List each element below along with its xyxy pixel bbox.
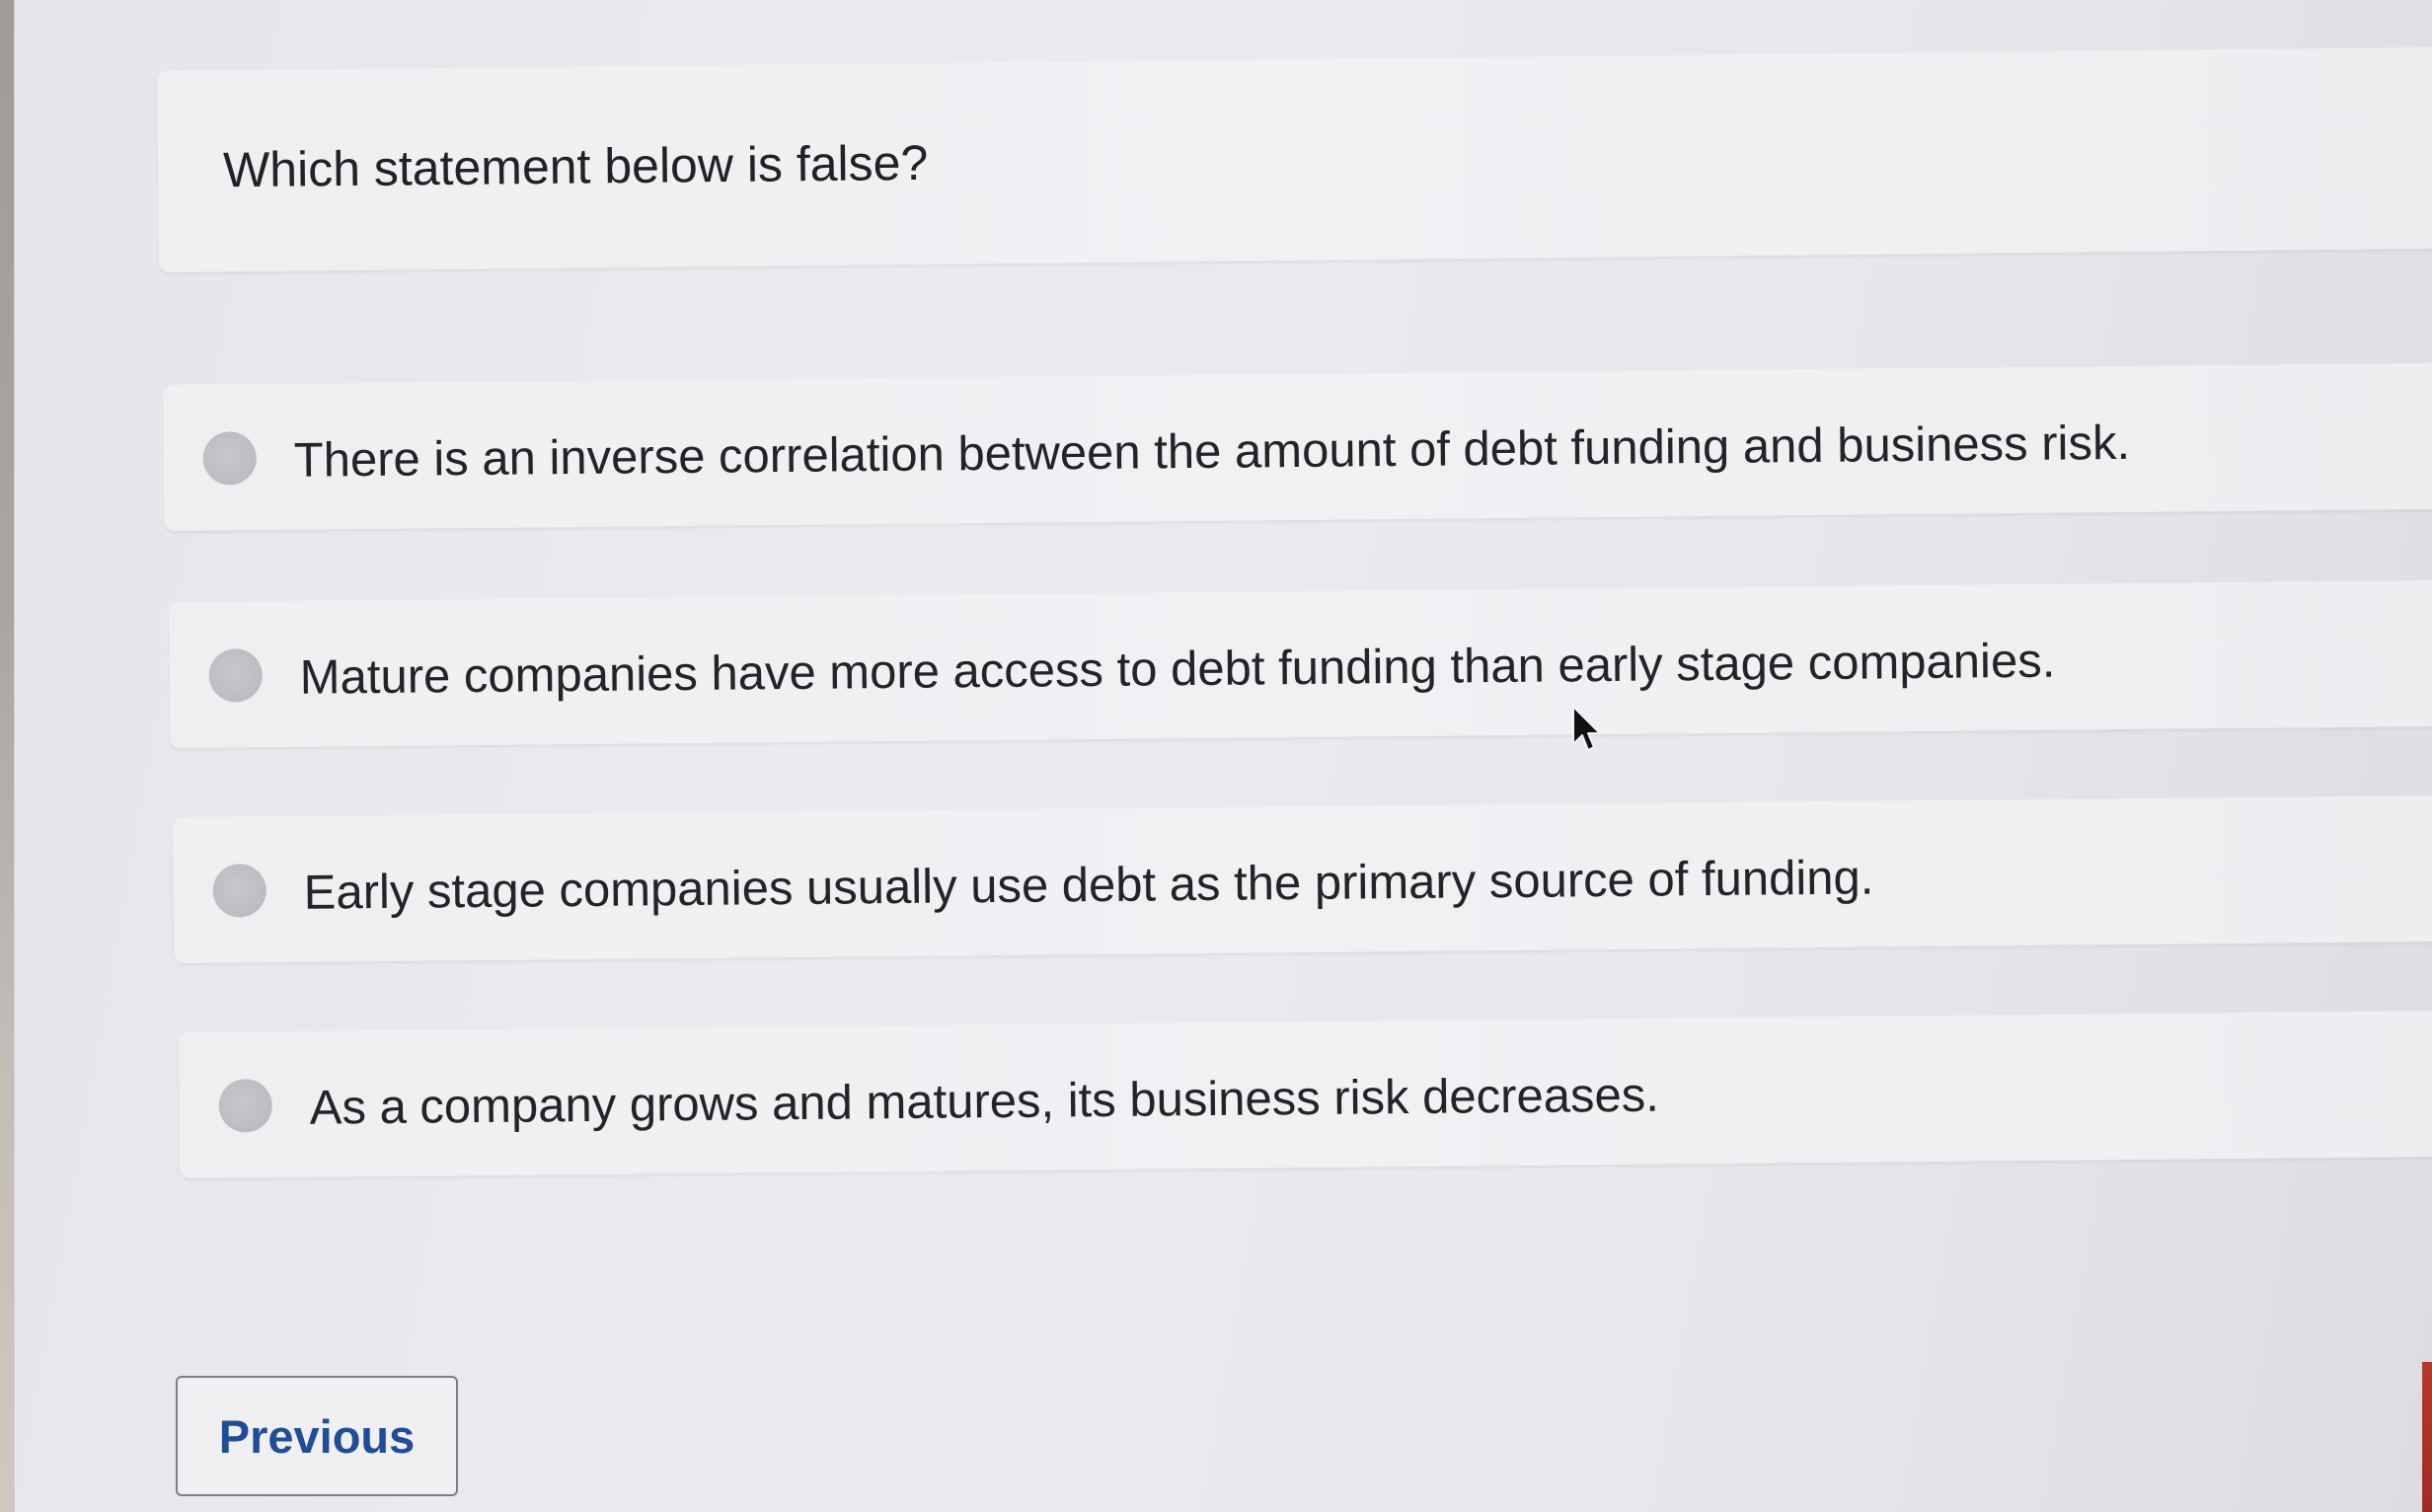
question-text: Which statement below is false?: [222, 134, 929, 198]
quiz-screen: Which statement below is false? There is…: [14, 0, 2432, 1512]
answer-option-4[interactable]: As a company grows and matures, its busi…: [179, 1010, 2432, 1178]
radio-button-1[interactable]: [202, 431, 257, 486]
edge-accent: [2422, 1362, 2432, 1512]
mouse-pointer-icon: [1572, 706, 1601, 751]
previous-button[interactable]: Previous: [176, 1376, 458, 1496]
answer-option-1[interactable]: There is an inverse correlation between …: [163, 362, 2432, 531]
question-card: Which statement below is false?: [157, 46, 2432, 272]
radio-button-2[interactable]: [208, 648, 263, 703]
answer-option-3[interactable]: Early stage companies usually use debt a…: [173, 794, 2432, 963]
answer-option-label[interactable]: Mature companies have more access to deb…: [299, 634, 2055, 706]
answer-option-label[interactable]: There is an inverse correlation between …: [293, 416, 2130, 489]
answer-option-label[interactable]: Early stage companies usually use debt a…: [303, 850, 1873, 920]
radio-button-4[interactable]: [218, 1079, 272, 1133]
answer-option-2[interactable]: Mature companies have more access to deb…: [169, 579, 2432, 748]
radio-button-3[interactable]: [212, 864, 266, 918]
answer-option-label[interactable]: As a company grows and matures, its busi…: [309, 1068, 1659, 1136]
